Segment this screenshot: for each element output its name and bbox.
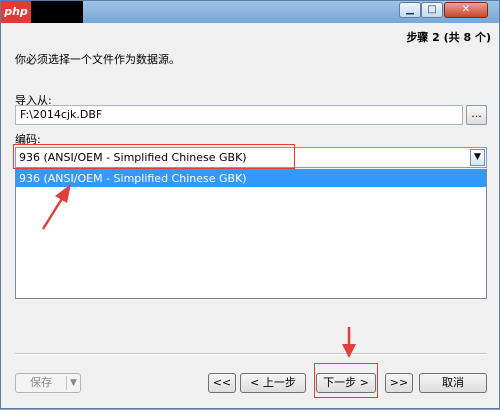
step-indicator: 步骤 2 (共 8 个): [406, 31, 491, 44]
step-description: 你必须选择一个文件作为数据源。: [15, 53, 180, 66]
cancel-button[interactable]: 取消: [419, 373, 487, 393]
encoding-option-936[interactable]: 936 (ANSI/OEM - Simplified Chinese GBK): [16, 170, 486, 187]
minimize-button[interactable]: ▁: [399, 2, 421, 18]
title-bar: php ▁ □ ✕: [1, 1, 499, 23]
import-path-input[interactable]: F:\2014cjk.DBF: [15, 105, 463, 125]
save-button-separator: [66, 376, 67, 390]
browse-button[interactable]: ...: [466, 105, 487, 125]
first-step-button[interactable]: <<: [208, 373, 236, 393]
save-button-label: 保存: [30, 376, 52, 389]
save-button: 保存 ▼: [15, 373, 81, 393]
previous-step-button[interactable]: < 上一步: [240, 373, 306, 393]
footer-divider: [15, 353, 487, 355]
import-wizard-window: php ▁ □ ✕ 步骤 2 (共 8 个) 你必须选择一个文件作为数据源。 导…: [0, 0, 500, 409]
save-dropdown-arrow-icon: ▼: [70, 378, 77, 388]
close-button[interactable]: ✕: [444, 2, 488, 18]
encoding-dropdown-list: 936 (ANSI/OEM - Simplified Chinese GBK): [15, 169, 487, 299]
next-step-highlight-box: [314, 363, 378, 398]
maximize-button[interactable]: □: [421, 2, 443, 18]
php-logo: php: [1, 1, 31, 23]
last-step-button[interactable]: >>: [385, 373, 413, 393]
redacted-title: [31, 1, 83, 23]
dropdown-arrow-icon[interactable]: ▼: [470, 149, 485, 166]
encoding-highlight-box: [13, 144, 295, 169]
